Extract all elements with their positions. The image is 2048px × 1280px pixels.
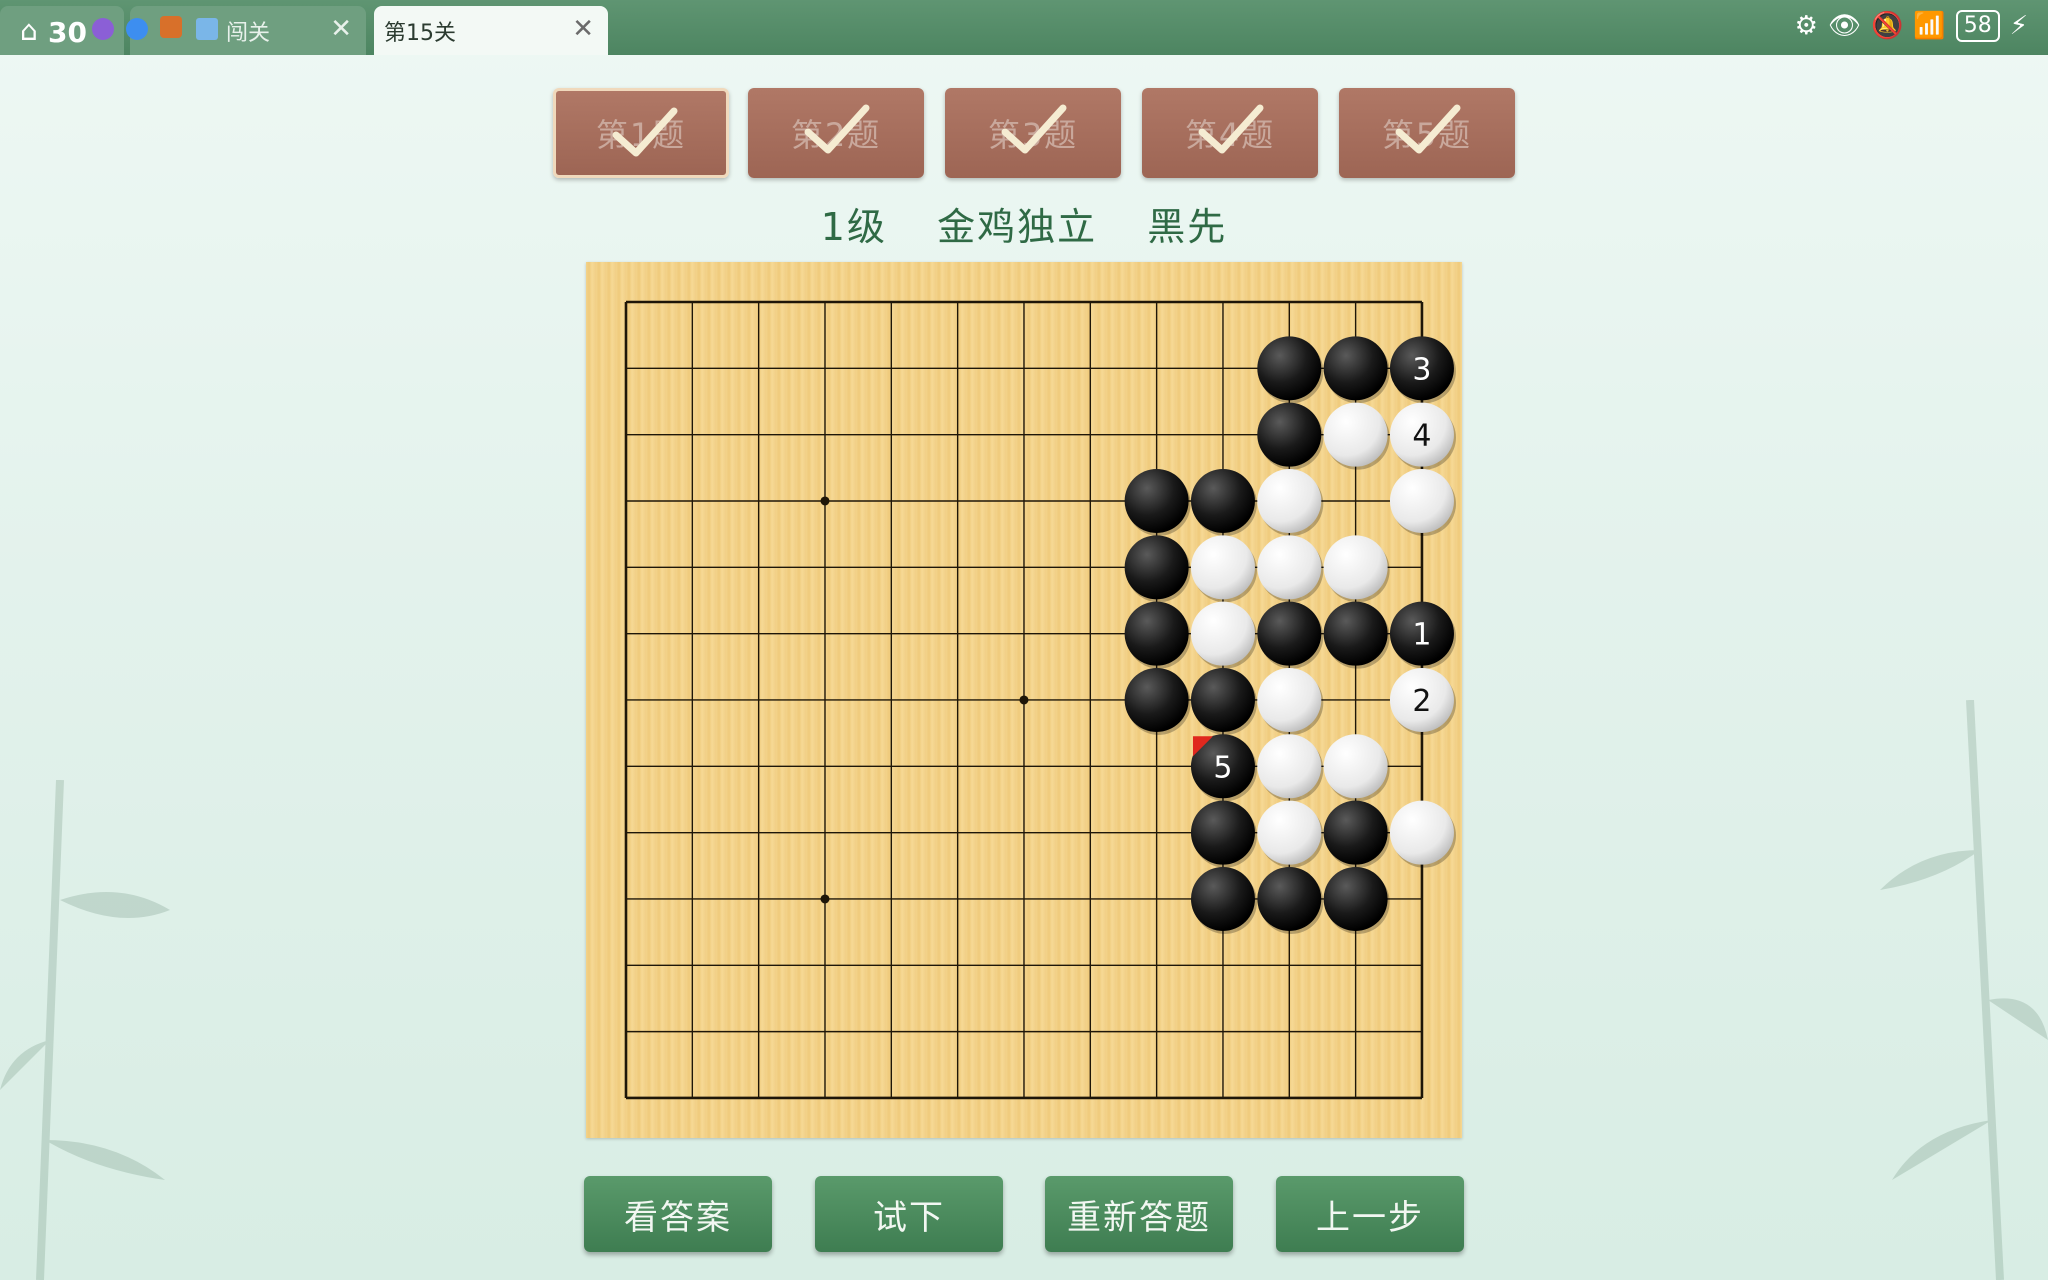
- top-tab-bar: ⌂ 30 闯关 ✕ 第15关 ✕ ⚙ 👁 🔕 📶 58 ⚡: [0, 0, 2048, 55]
- restart-button[interactable]: 重新答题: [1045, 1176, 1233, 1252]
- black-stone: [1124, 601, 1189, 666]
- black-stone: [1257, 402, 1322, 467]
- picture-icon: [196, 18, 218, 40]
- white-stone: [1389, 468, 1454, 533]
- board-grid[interactable]: 3 4 1 2 5: [586, 262, 1462, 1138]
- app-icon-purple: [92, 18, 114, 40]
- problem-tab-5[interactable]: 第5题: [1339, 88, 1515, 178]
- white-stone: [1389, 800, 1454, 865]
- white-stone: [1257, 667, 1322, 732]
- game-icon: [160, 16, 182, 38]
- wifi-icon: 📶: [1913, 11, 1946, 41]
- white-stone: [1190, 601, 1255, 666]
- bamboo-decoration-right: [1880, 700, 2048, 1280]
- white-stone: [1190, 535, 1255, 600]
- star-point: [820, 894, 830, 904]
- move-number: 5: [1213, 750, 1232, 785]
- tab-level-15[interactable]: 第15关 ✕: [374, 6, 608, 55]
- status-bar: ⚙ 👁 🔕 📶 58 ⚡: [1795, 10, 2028, 42]
- black-stone: [1257, 336, 1322, 401]
- check-icon: [1001, 104, 1067, 154]
- problem-title: 1级 金鸡独立 黑先: [0, 196, 2048, 251]
- close-icon[interactable]: ✕: [572, 16, 594, 42]
- problem-tab-2[interactable]: 第2题: [748, 88, 924, 178]
- go-board[interactable]: 3 4 1 2 5: [586, 262, 1462, 1138]
- black-stone: [1323, 601, 1388, 666]
- problem-tab-3[interactable]: 第3题: [945, 88, 1121, 178]
- black-stone: [1190, 800, 1255, 865]
- star-point: [1019, 695, 1029, 705]
- black-stone: [1323, 800, 1388, 865]
- star-point: [820, 496, 830, 506]
- try-move-button[interactable]: 试下: [815, 1176, 1003, 1252]
- white-stone: [1257, 535, 1322, 600]
- view-answer-button[interactable]: 看答案: [584, 1176, 772, 1252]
- check-icon: [804, 104, 870, 154]
- tab-label: 闯关: [226, 20, 271, 46]
- problem-turn: 黑先: [1147, 205, 1228, 249]
- move-number: 3: [1412, 352, 1431, 387]
- white-stone: [1323, 734, 1388, 799]
- tab-label: 第15关: [384, 20, 456, 46]
- home-tab[interactable]: ⌂ 30: [0, 6, 124, 55]
- home-tab-count: 30: [48, 16, 87, 49]
- gear-icon[interactable]: ⚙: [1795, 11, 1818, 41]
- problem-tab-1[interactable]: 第1题: [553, 88, 729, 178]
- black-stone: [1257, 601, 1322, 666]
- black-stone: [1257, 866, 1322, 931]
- black-stone: [1190, 468, 1255, 533]
- black-stone: [1323, 336, 1388, 401]
- move-number: 4: [1412, 419, 1431, 454]
- tab-challenge[interactable]: 闯关 ✕: [126, 6, 366, 55]
- black-stone: [1323, 866, 1388, 931]
- check-icon: [612, 107, 678, 157]
- white-stone: [1257, 800, 1322, 865]
- white-stone: [1257, 468, 1322, 533]
- bell-muted-icon: 🔕: [1870, 11, 1904, 41]
- white-stone: [1257, 734, 1322, 799]
- problem-level: 1级: [820, 205, 887, 249]
- problem-name: 金鸡独立: [937, 205, 1098, 249]
- close-icon[interactable]: ✕: [330, 16, 352, 42]
- black-stone: [1124, 535, 1189, 600]
- move-number: 1: [1412, 618, 1431, 653]
- move-number: 2: [1412, 684, 1431, 719]
- battery-indicator: 58: [1955, 10, 2000, 42]
- black-stone: [1190, 667, 1255, 732]
- problem-tab-4[interactable]: 第4题: [1142, 88, 1318, 178]
- check-icon: [1395, 104, 1461, 154]
- eye-icon: 👁: [1827, 11, 1861, 41]
- bamboo-decoration-left: [0, 780, 170, 1280]
- charging-icon: ⚡: [2009, 11, 2028, 41]
- cloud-icon: [126, 18, 148, 40]
- white-stone: [1323, 402, 1388, 467]
- black-stone: [1190, 866, 1255, 931]
- check-icon: [1198, 104, 1264, 154]
- black-stone: [1124, 667, 1189, 732]
- white-stone: [1323, 535, 1388, 600]
- home-icon: ⌂: [20, 14, 38, 47]
- black-stone: [1124, 468, 1189, 533]
- undo-button[interactable]: 上一步: [1276, 1176, 1464, 1252]
